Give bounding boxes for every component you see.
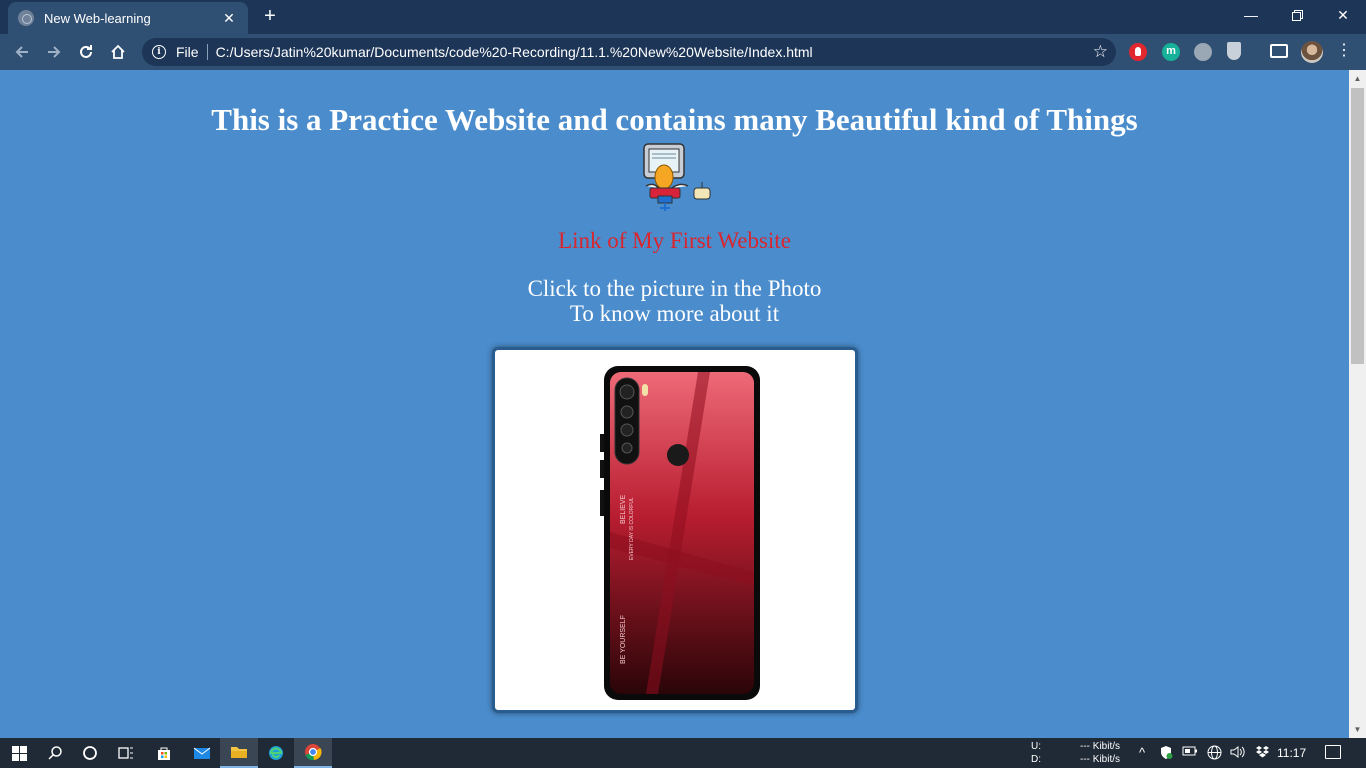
- show-hidden-icons-chevron-icon[interactable]: ^: [1133, 745, 1151, 760]
- store-icon: [158, 747, 170, 760]
- net-down-label: D:: [1031, 754, 1041, 765]
- browser-tab[interactable]: New Web-learning ✕: [8, 2, 248, 34]
- restore-button[interactable]: [1274, 0, 1320, 30]
- instruction-line-1: Click to the picture in the Photo: [527, 276, 822, 301]
- scroll-up-arrow[interactable]: ▲: [1349, 70, 1366, 87]
- net-down-value: --- Kibit/s: [1080, 754, 1120, 765]
- notification-center-icon[interactable]: [1325, 745, 1341, 759]
- arrow-right-icon: [48, 46, 61, 58]
- net-up-value: --- Kibit/s: [1080, 741, 1120, 752]
- more-menu-icon[interactable]: ⋮: [1336, 42, 1352, 60]
- search-button[interactable]: [36, 738, 74, 768]
- home-button[interactable]: [104, 38, 132, 66]
- info-icon[interactable]: i: [152, 45, 166, 59]
- mail-button[interactable]: [183, 738, 221, 768]
- home-icon: [111, 44, 125, 59]
- scheme-label: File: [176, 44, 199, 60]
- edge-button[interactable]: [257, 738, 295, 768]
- first-website-link[interactable]: Link of My First Website: [0, 228, 1349, 254]
- close-window-button[interactable]: ✕: [1320, 0, 1366, 30]
- browser-toolbar: i File C:/Users/Jatin%20kumar/Documents/…: [0, 34, 1366, 70]
- edge-icon: [269, 746, 283, 760]
- cast-icon[interactable]: [1270, 44, 1288, 58]
- page-viewport: This is a Practice Website and contains …: [0, 70, 1349, 738]
- network-globe-icon[interactable]: [1205, 745, 1223, 763]
- page-scrollbar[interactable]: ▲ ▼: [1349, 70, 1366, 738]
- search-icon: [48, 746, 62, 760]
- folder-icon: [231, 747, 247, 758]
- security-shield-icon[interactable]: [1157, 745, 1175, 763]
- task-view-button[interactable]: [107, 738, 145, 768]
- store-button[interactable]: [145, 738, 183, 768]
- phone-believe-text: BELIEVE: [620, 494, 627, 524]
- address-bar[interactable]: i File C:/Users/Jatin%20kumar/Documents/…: [142, 38, 1116, 66]
- phone-photo-link[interactable]: BELIEVE EVERY DAY IS COLORFUL BE YOURSEL…: [492, 347, 858, 713]
- minimize-button[interactable]: —: [1228, 0, 1274, 30]
- extension-icon[interactable]: [1194, 43, 1212, 61]
- reload-button[interactable]: [72, 38, 100, 66]
- bookmark-star-icon[interactable]: ☆: [1093, 42, 1108, 62]
- hand-extension-icon[interactable]: [1129, 43, 1147, 61]
- windows-logo-icon: [11, 745, 27, 761]
- shield-extension-icon[interactable]: [1227, 42, 1241, 60]
- new-tab-button[interactable]: +: [258, 5, 282, 29]
- url-text[interactable]: C:/Users/Jatin%20kumar/Documents/code%20…: [216, 44, 813, 60]
- file-explorer-button[interactable]: [220, 738, 258, 768]
- forward-button[interactable]: [40, 38, 68, 66]
- instruction-line-2: To know more about it: [569, 301, 780, 326]
- browser-titlebar: New Web-learning ✕ + — ✕: [0, 0, 1366, 34]
- net-up-label: U:: [1031, 741, 1041, 752]
- mail-icon: [193, 747, 211, 759]
- close-tab-icon[interactable]: ✕: [220, 10, 238, 27]
- profile-avatar[interactable]: [1301, 41, 1323, 63]
- omnibox-divider: [206, 44, 208, 60]
- phone-case-image[interactable]: BELIEVE EVERY DAY IS COLORFUL BE YOURSEL…: [600, 364, 762, 702]
- phone-everyday-text: EVERY DAY IS COLORFUL: [629, 497, 635, 560]
- globe-icon: [18, 10, 34, 26]
- scroll-down-arrow[interactable]: ▼: [1349, 721, 1366, 738]
- dropbox-icon[interactable]: [1253, 745, 1271, 762]
- arrow-left-icon: [15, 46, 28, 58]
- phone-beyourself-text: BE YOURSELF: [620, 615, 627, 664]
- cortana-icon: [83, 746, 97, 760]
- reload-icon: [80, 45, 92, 58]
- m-extension-icon[interactable]: m: [1162, 43, 1180, 61]
- start-button[interactable]: [0, 738, 38, 768]
- instructions-text: Click to the picture in the Photo To kno…: [0, 276, 1349, 326]
- cortana-button[interactable]: [71, 738, 109, 768]
- scroll-thumb[interactable]: [1351, 88, 1364, 364]
- windows-taskbar: U: D: --- Kibit/s --- Kibit/s ^ 11:17: [0, 738, 1366, 768]
- chrome-button[interactable]: [294, 738, 332, 768]
- chrome-icon: [305, 744, 322, 761]
- page-title: This is a Practice Website and contains …: [211, 102, 1138, 137]
- back-button[interactable]: [8, 38, 36, 66]
- battery-icon[interactable]: [1181, 745, 1199, 760]
- volume-icon[interactable]: [1229, 745, 1247, 762]
- computer-user-image: [643, 143, 711, 211]
- task-view-icon: [118, 747, 133, 759]
- tab-title: New Web-learning: [44, 10, 151, 26]
- taskbar-clock[interactable]: 11:17: [1277, 746, 1306, 760]
